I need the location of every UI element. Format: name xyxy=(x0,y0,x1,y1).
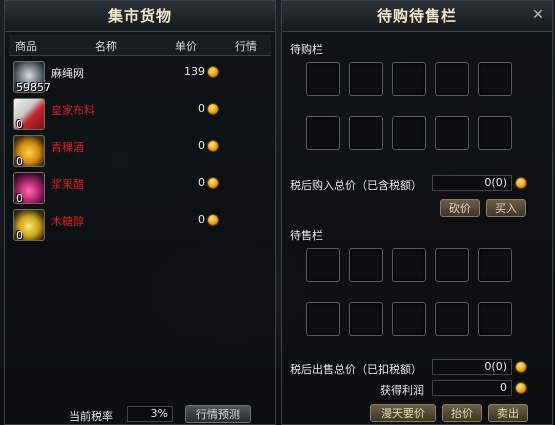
market-item-row[interactable]: 0 浆果醋 0 xyxy=(13,172,271,206)
market-forecast-button[interactable]: 行情预测 xyxy=(185,405,251,423)
header-trend: 行情 xyxy=(235,40,257,53)
sell-total-label: 税后出售总价（已扣税额） xyxy=(290,363,422,376)
sell-total-value: 0(0) xyxy=(432,359,512,375)
haggle-button[interactable]: 漫天要价 xyxy=(370,404,436,422)
sell-slot[interactable] xyxy=(306,248,340,282)
sell-slot[interactable] xyxy=(478,302,512,336)
header-name: 名称 xyxy=(95,40,117,53)
pending-panel-title: 待购待售栏 xyxy=(282,1,552,32)
coin-icon xyxy=(515,361,527,373)
raise-price-button[interactable]: 抬价 xyxy=(442,404,482,422)
buy-slot[interactable] xyxy=(478,116,512,150)
item-name: 皇家布料 xyxy=(51,104,95,117)
item-count: 0 xyxy=(16,192,23,205)
header-item: 商品 xyxy=(15,40,37,53)
profit-value: 0 xyxy=(432,380,512,396)
pending-trade-panel: 待购待售栏 ✕ 待购栏 税后购入总价（已含税额） 0(0) 砍价 买入 待售栏 … xyxy=(281,0,553,425)
buy-slot[interactable] xyxy=(306,116,340,150)
buy-slot[interactable] xyxy=(435,62,469,96)
market-item-row[interactable]: 0 青稞酒 0 xyxy=(13,135,271,169)
market-item-row[interactable]: 59857 麻绳网 139 xyxy=(13,61,271,95)
sell-slot[interactable] xyxy=(478,248,512,282)
market-panel-title: 集市货物 xyxy=(5,1,275,32)
market-column-header: 商品 名称 单价 行情 xyxy=(9,35,271,56)
potion-item-icon[interactable]: 0 xyxy=(13,172,45,205)
item-name: 木糖醇 xyxy=(51,215,84,228)
wine-item-icon[interactable]: 0 xyxy=(13,135,45,168)
item-price: 139 xyxy=(184,65,205,78)
cloth-item-icon[interactable]: 0 xyxy=(13,98,45,131)
sell-slot[interactable] xyxy=(306,302,340,336)
item-price: 0 xyxy=(198,102,205,115)
buy-slot[interactable] xyxy=(349,116,383,150)
buy-slot[interactable] xyxy=(435,116,469,150)
coin-icon xyxy=(515,177,527,189)
item-count: 0 xyxy=(16,229,23,242)
item-count: 0 xyxy=(16,155,23,168)
tax-rate-label: 当前税率 xyxy=(69,410,113,423)
market-item-row[interactable]: 0 木糖醇 0 xyxy=(13,209,271,243)
header-price: 单价 xyxy=(175,40,197,53)
tax-rate-value: 3% xyxy=(127,406,173,422)
item-name: 麻绳网 xyxy=(51,67,84,80)
buy-button[interactable]: 买入 xyxy=(486,199,526,217)
coin-icon xyxy=(207,214,219,226)
item-count: 0 xyxy=(16,118,23,131)
syrup-item-icon[interactable]: 0 xyxy=(13,209,45,242)
buy-slot[interactable] xyxy=(306,62,340,96)
item-name: 浆果醋 xyxy=(51,178,84,191)
sell-slot[interactable] xyxy=(435,248,469,282)
sell-section-label: 待售栏 xyxy=(290,229,323,242)
sell-slot[interactable] xyxy=(392,302,426,336)
coin-icon xyxy=(515,382,527,394)
sell-button[interactable]: 卖出 xyxy=(488,404,528,422)
buy-slot[interactable] xyxy=(478,62,512,96)
profit-label: 获得利润 xyxy=(380,384,424,397)
item-price: 0 xyxy=(198,139,205,152)
item-price: 0 xyxy=(198,213,205,226)
sell-slot[interactable] xyxy=(349,248,383,282)
bargain-button[interactable]: 砍价 xyxy=(440,199,480,217)
coin-icon xyxy=(207,66,219,78)
buy-slot[interactable] xyxy=(392,116,426,150)
item-count: 59857 xyxy=(16,81,51,94)
sell-slot[interactable] xyxy=(392,248,426,282)
coin-icon xyxy=(207,177,219,189)
sell-slot[interactable] xyxy=(435,302,469,336)
coin-icon xyxy=(207,140,219,152)
item-name: 青稞酒 xyxy=(51,141,84,154)
buy-total-label: 税后购入总价（已含税额） xyxy=(290,179,422,192)
coin-icon xyxy=(207,103,219,115)
market-item-row[interactable]: 0 皇家布料 0 xyxy=(13,98,271,132)
buy-total-value: 0(0) xyxy=(432,175,512,191)
sell-slot[interactable] xyxy=(349,302,383,336)
rope-item-icon[interactable]: 59857 xyxy=(13,61,51,94)
buy-slot[interactable] xyxy=(349,62,383,96)
buy-slot[interactable] xyxy=(392,62,426,96)
item-price: 0 xyxy=(198,176,205,189)
market-goods-panel: 集市货物 商品 名称 单价 行情 59857 麻绳网 139 0 皇家布料 0 … xyxy=(4,0,276,425)
close-icon[interactable]: ✕ xyxy=(530,7,546,23)
buy-section-label: 待购栏 xyxy=(290,43,323,56)
